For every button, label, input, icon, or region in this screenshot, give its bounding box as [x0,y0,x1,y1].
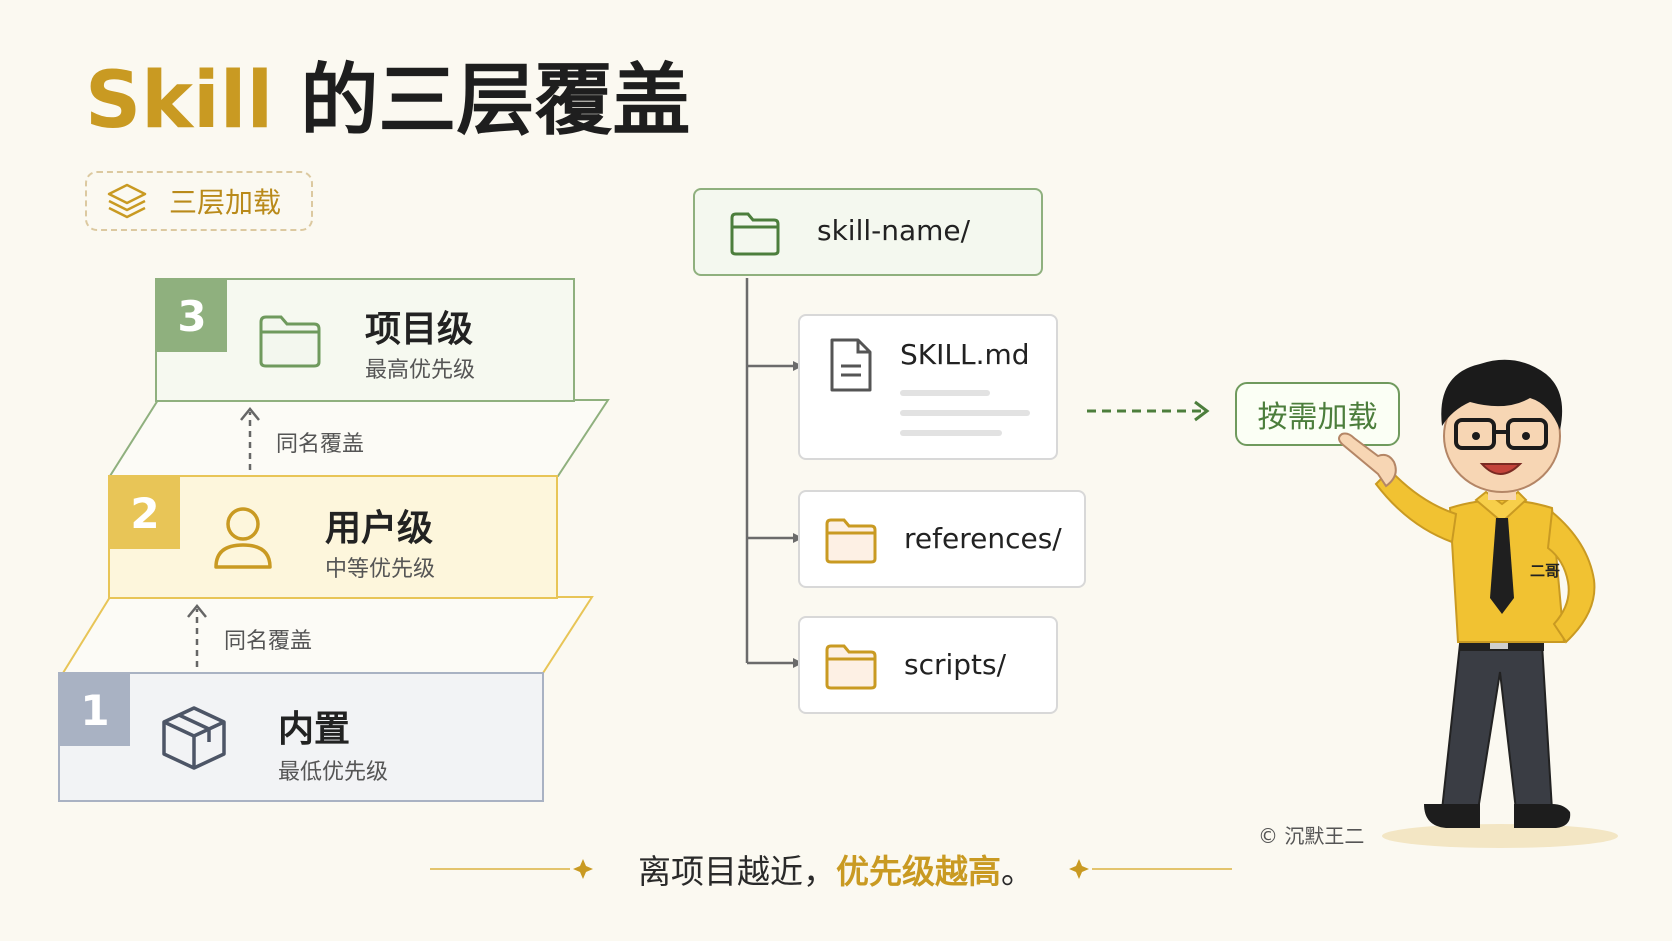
override-shelf-bottom [61,596,594,674]
tree-item-label: scripts/ [904,648,1007,681]
bottom-suffix: 。 [1001,852,1034,891]
folder-icon [259,315,321,368]
tier-number: 3 [157,280,227,352]
tier-name: 项目级 [365,309,474,350]
tree-item-references[interactable]: references/ [798,490,1086,588]
tier-number: 1 [60,674,130,746]
box-icon [162,706,226,770]
tier-sub: 最高优先级 [365,358,476,383]
bottom-message: 离项目越近，优先级越高。 [0,845,1672,893]
tier-sub: 中等优先级 [325,557,436,582]
folder-icon [730,212,780,256]
mascot-illustration: 二哥 [1338,359,1618,848]
bottom-prefix: 离项目越近， [638,852,836,891]
tier-sub: 最低优先级 [278,760,389,785]
override-label-top: 同名覆盖 [276,432,365,457]
layers-icon [107,183,147,219]
override-label-bottom: 同名覆盖 [224,629,313,654]
title-skill: Skill [85,56,274,146]
tier-name: 内置 [278,709,351,750]
tree-item-label: SKILL.md [900,338,1030,371]
user-icon [214,507,272,569]
document-icon [830,338,872,392]
three-layer-badge: 三层加载 [85,171,313,231]
tree-root[interactable]: skill-name/ [693,188,1043,276]
title-rest: 的三层覆盖 [273,56,691,146]
tier-number: 2 [110,477,180,549]
tier-builtin: 1 内置 最低优先级 [58,672,544,802]
tree-root-label: skill-name/ [817,214,971,247]
folder-icon [825,644,877,690]
content-line [900,410,1030,416]
page-title: Skill 的三层覆盖 [85,62,690,140]
tree-connectors [745,278,803,668]
tier-name: 用户级 [325,508,434,549]
folder-icon [825,518,877,564]
override-arrow-bottom [187,604,207,667]
tree-item-label: references/ [904,522,1062,555]
tree-item-skill-md[interactable]: SKILL.md [798,314,1058,460]
content-line [900,390,990,396]
override-arrow-top [240,407,260,470]
mascot-badge: 二哥 [1530,562,1560,580]
bottom-highlight: 优先级越高 [836,852,1001,891]
on-demand-arrow [1087,400,1210,422]
badge-label: 三层加载 [169,186,282,219]
tier-project: 3 项目级 最高优先级 [155,278,575,402]
tier-user: 2 用户级 中等优先级 [108,475,558,599]
tree-item-scripts[interactable]: scripts/ [798,616,1058,714]
content-line [900,430,1002,436]
